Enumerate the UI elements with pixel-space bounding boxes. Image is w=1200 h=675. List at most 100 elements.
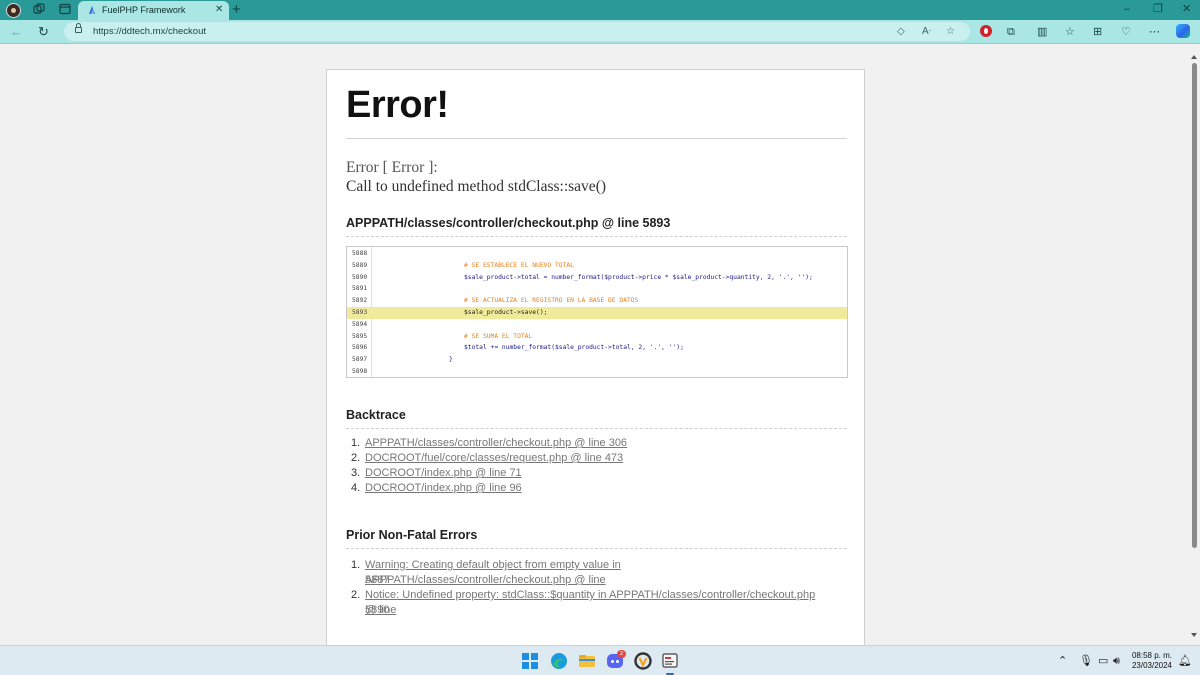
extensions-icon[interactable]: ⧉ [1007, 24, 1015, 40]
prior-error-link[interactable]: 5890 [365, 603, 825, 618]
plus-icon[interactable]: + [232, 1, 241, 18]
divider [346, 138, 847, 139]
line-number: 5898 [352, 368, 368, 375]
code-text: # SE ACTUALIZA EL REGISTRO EN LA BASE DE… [464, 297, 639, 305]
url-text[interactable]: https://ddtech.mx/checkout [93, 26, 206, 37]
code-text: $sale_product->total = number_format($pr… [464, 273, 813, 281]
backtrace-link[interactable]: DOCROOT/index.php @ line 71 [365, 466, 825, 481]
code-line: 5890 $sale_product->total = number_format… [347, 272, 847, 284]
code-text: # SE ESTABLECE EL NUEVO TOTAL [464, 261, 574, 269]
divider [346, 428, 847, 429]
tab-actions-icon[interactable] [58, 3, 72, 17]
code-line: 5889 # SE ESTABLECE EL NUEVO TOTAL [347, 260, 847, 272]
edge-icon[interactable] [549, 651, 569, 671]
line-number: 5888 [352, 250, 368, 257]
notification-badge: 2 [617, 650, 626, 658]
code-text: # SE SUMA EL TOTAL [464, 332, 533, 340]
clock-time: 08:58 p. m. [1131, 651, 1172, 660]
network-icon[interactable]: ▭ [1098, 654, 1108, 668]
file-explorer-icon[interactable] [577, 651, 597, 671]
code-line: 5892 # SE ACTUALIZA EL REGISTRO EN LA BAS… [347, 295, 847, 307]
address-bar[interactable]: https://ddtech.mx/checkout ◇ Aᐧ ☆ [64, 22, 970, 41]
scroll-down-arrow[interactable] [1191, 633, 1197, 637]
list-number: 1. [351, 437, 361, 449]
minimize-icon[interactable]: – [1124, 2, 1130, 16]
code-line: 5897} [347, 354, 847, 366]
opera-extension-icon[interactable] [980, 25, 992, 37]
code-line: 5893 $sale_product->save(); [347, 307, 847, 319]
page-title: Error! [346, 84, 449, 126]
code-line: 5896 $total += number_format($sale_produc… [347, 342, 847, 354]
code-text: } [449, 356, 453, 364]
close-icon[interactable]: ✕ [215, 4, 223, 16]
list-number: 2. [351, 452, 361, 464]
vertical-scrollbar[interactable] [1189, 45, 1200, 645]
backtrace-link[interactable]: APPPATH/classes/controller/checkout.php … [365, 436, 825, 451]
refresh-icon[interactable]: ↻ [38, 24, 49, 40]
line-number: 5892 [352, 297, 368, 305]
code-line: 5895 # SE SUMA EL TOTAL [347, 331, 847, 343]
browser-toolbar: ← ↻ https://ddtech.mx/checkout ◇ Aᐧ ☆ ⧉ … [0, 20, 1200, 44]
line-number: 5896 [352, 344, 368, 352]
browser-essentials-icon[interactable]: ♡ [1121, 24, 1131, 40]
split-screen-icon[interactable]: ▥ [1037, 24, 1047, 40]
list-number: 2. [351, 589, 361, 601]
file-heading: APPPATH/classes/controller/checkout.php … [346, 216, 671, 230]
list-number: 3. [351, 467, 361, 479]
list-number: 4. [351, 482, 361, 494]
code-line: 5898 [347, 366, 847, 378]
error-container: Error! Error [ Error ]: Call to undefine… [326, 69, 865, 645]
notification-icon[interactable]: 🔔︎ [1178, 654, 1192, 668]
code-text: $sale_product->save(); [464, 309, 548, 316]
code-line: 5894 [347, 319, 847, 331]
scroll-thumb[interactable] [1192, 63, 1197, 548]
fuelphp-favicon [89, 6, 95, 14]
line-number: 5895 [352, 332, 368, 340]
tab-fuelphp[interactable]: FuelPHP Framework ✕ [78, 1, 229, 20]
taskbar: 2 ⌃ 🎙︎ ▭ 🔊︎ 08:58 p. m. 23/03/2024 🔔︎ [0, 645, 1200, 675]
page-viewport: Error! Error [ Error ]: Call to undefine… [0, 45, 1188, 645]
windows-icon[interactable] [522, 653, 538, 669]
code-line: 5888 [347, 248, 847, 260]
microphone-icon[interactable]: 🎙︎ [1079, 654, 1093, 668]
star-icon[interactable]: ☆ [946, 25, 955, 38]
prior-error-link[interactable]: 5887 [365, 573, 825, 588]
code-line: 5891 [347, 283, 847, 295]
code-text: $total += number_format($sale_product->t… [464, 344, 684, 352]
code-block: 5888 5889 # SE ESTABLECE EL NUEVO TOTAL 589… [346, 246, 848, 378]
line-number: 5893 [352, 309, 368, 316]
favorites-icon[interactable]: ☆ [1065, 24, 1075, 40]
workspaces-icon[interactable] [32, 3, 46, 17]
clock-date: 23/03/2024 [1131, 661, 1172, 670]
volume-icon[interactable]: 🔊︎ [1113, 654, 1120, 668]
chevron-up-icon[interactable]: ⌃ [1058, 654, 1067, 668]
backtrace-link[interactable]: DOCROOT/fuel/core/classes/request.php @ … [365, 451, 825, 466]
line-number: 5897 [352, 356, 368, 364]
app-icon[interactable] [660, 651, 680, 671]
error-message: Call to undefined method stdClass::save(… [346, 178, 607, 195]
tab-strip: FuelPHP Framework ✕ + – ❐ ✕ [0, 0, 1200, 20]
collections-icon[interactable]: ⊞ [1093, 24, 1102, 40]
overwatch-icon[interactable] [633, 651, 653, 671]
line-number: 5889 [352, 261, 368, 269]
tag-icon[interactable]: ◇ [897, 25, 905, 38]
scroll-up-arrow[interactable] [1191, 55, 1197, 59]
line-number: 5894 [352, 320, 368, 328]
close-window-icon[interactable]: ✕ [1182, 2, 1191, 16]
more-icon[interactable]: ⋯ [1149, 24, 1160, 40]
divider [346, 236, 847, 237]
line-number: 5890 [352, 273, 368, 281]
lock-icon[interactable] [75, 23, 82, 33]
copilot-icon[interactable] [1176, 24, 1190, 38]
list-number: 1. [351, 559, 361, 571]
divider [346, 548, 847, 549]
prior-errors-heading: Prior Non-Fatal Errors [346, 528, 478, 542]
back-icon[interactable]: ← [10, 24, 23, 40]
error-type: Error [ Error ]: [346, 159, 438, 176]
read-aloud-icon[interactable]: Aᐧ [922, 25, 931, 38]
profile-avatar[interactable] [6, 3, 21, 18]
clock[interactable]: 08:58 p. m. 23/03/2024 [1122, 651, 1172, 671]
line-number: 5891 [352, 285, 368, 293]
maximize-icon[interactable]: ❐ [1153, 2, 1163, 16]
backtrace-link[interactable]: DOCROOT/index.php @ line 96 [365, 481, 825, 496]
